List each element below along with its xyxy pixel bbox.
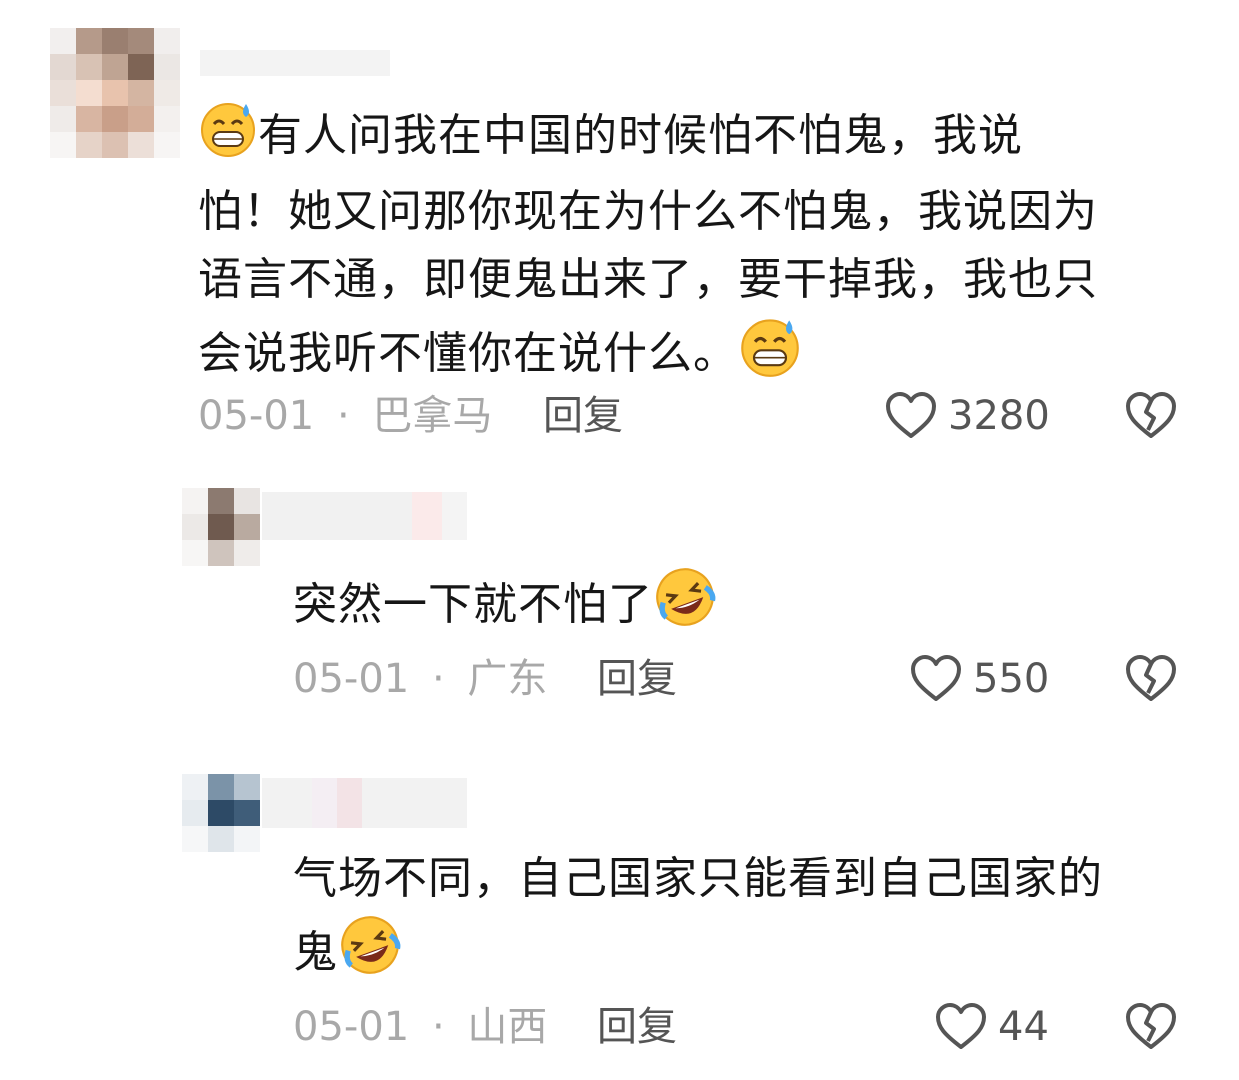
comment-location: 巴拿马 — [372, 393, 493, 439]
like-count: 44 — [998, 1004, 1049, 1050]
like-count: 550 — [973, 656, 1050, 702]
grinning-sweat-emoji — [198, 98, 258, 178]
comment-text: 有人问我在中国的时候怕不怕鬼，我说 怕！她又问那你现在为什么不怕鬼，我说因为 语… — [198, 98, 1198, 398]
heart-outline-icon[interactable] — [909, 653, 963, 703]
comment-meta: 05-01 · 广东 — [293, 656, 548, 702]
comment-location: 山西 — [467, 1004, 548, 1050]
username-blurred[interactable] — [200, 50, 390, 76]
username-blurred[interactable] — [262, 778, 467, 828]
comment-text: 气场不同，自己国家只能看到自己国家的 鬼 — [293, 845, 1193, 997]
comment-date: 05-01 — [293, 656, 410, 702]
comment-text: 突然一下就不怕了 — [293, 565, 1193, 649]
comment-meta: 05-01 · 山西 — [293, 1004, 548, 1050]
broken-heart-icon[interactable] — [1124, 390, 1178, 440]
heart-outline-icon[interactable] — [934, 1001, 988, 1051]
reply-button[interactable]: 回复 — [543, 392, 623, 440]
reply-button[interactable]: 回复 — [597, 655, 677, 703]
rofl-emoji — [653, 565, 717, 649]
grinning-sweat-emoji — [738, 314, 802, 398]
comment-date: 05-01 — [293, 1004, 410, 1050]
heart-outline-icon[interactable] — [884, 390, 938, 440]
avatar[interactable] — [182, 774, 260, 852]
broken-heart-icon[interactable] — [1124, 653, 1178, 703]
comment-meta: 05-01 · 巴拿马 — [198, 393, 493, 439]
avatar[interactable] — [182, 488, 260, 566]
broken-heart-icon[interactable] — [1124, 1001, 1178, 1051]
comment-location: 广东 — [467, 656, 548, 702]
avatar[interactable] — [50, 28, 180, 158]
comment-date: 05-01 — [198, 393, 315, 439]
reply-button[interactable]: 回复 — [597, 1003, 677, 1051]
username-blurred[interactable] — [262, 492, 467, 540]
like-count: 3280 — [948, 393, 1050, 439]
rofl-emoji — [338, 913, 402, 997]
